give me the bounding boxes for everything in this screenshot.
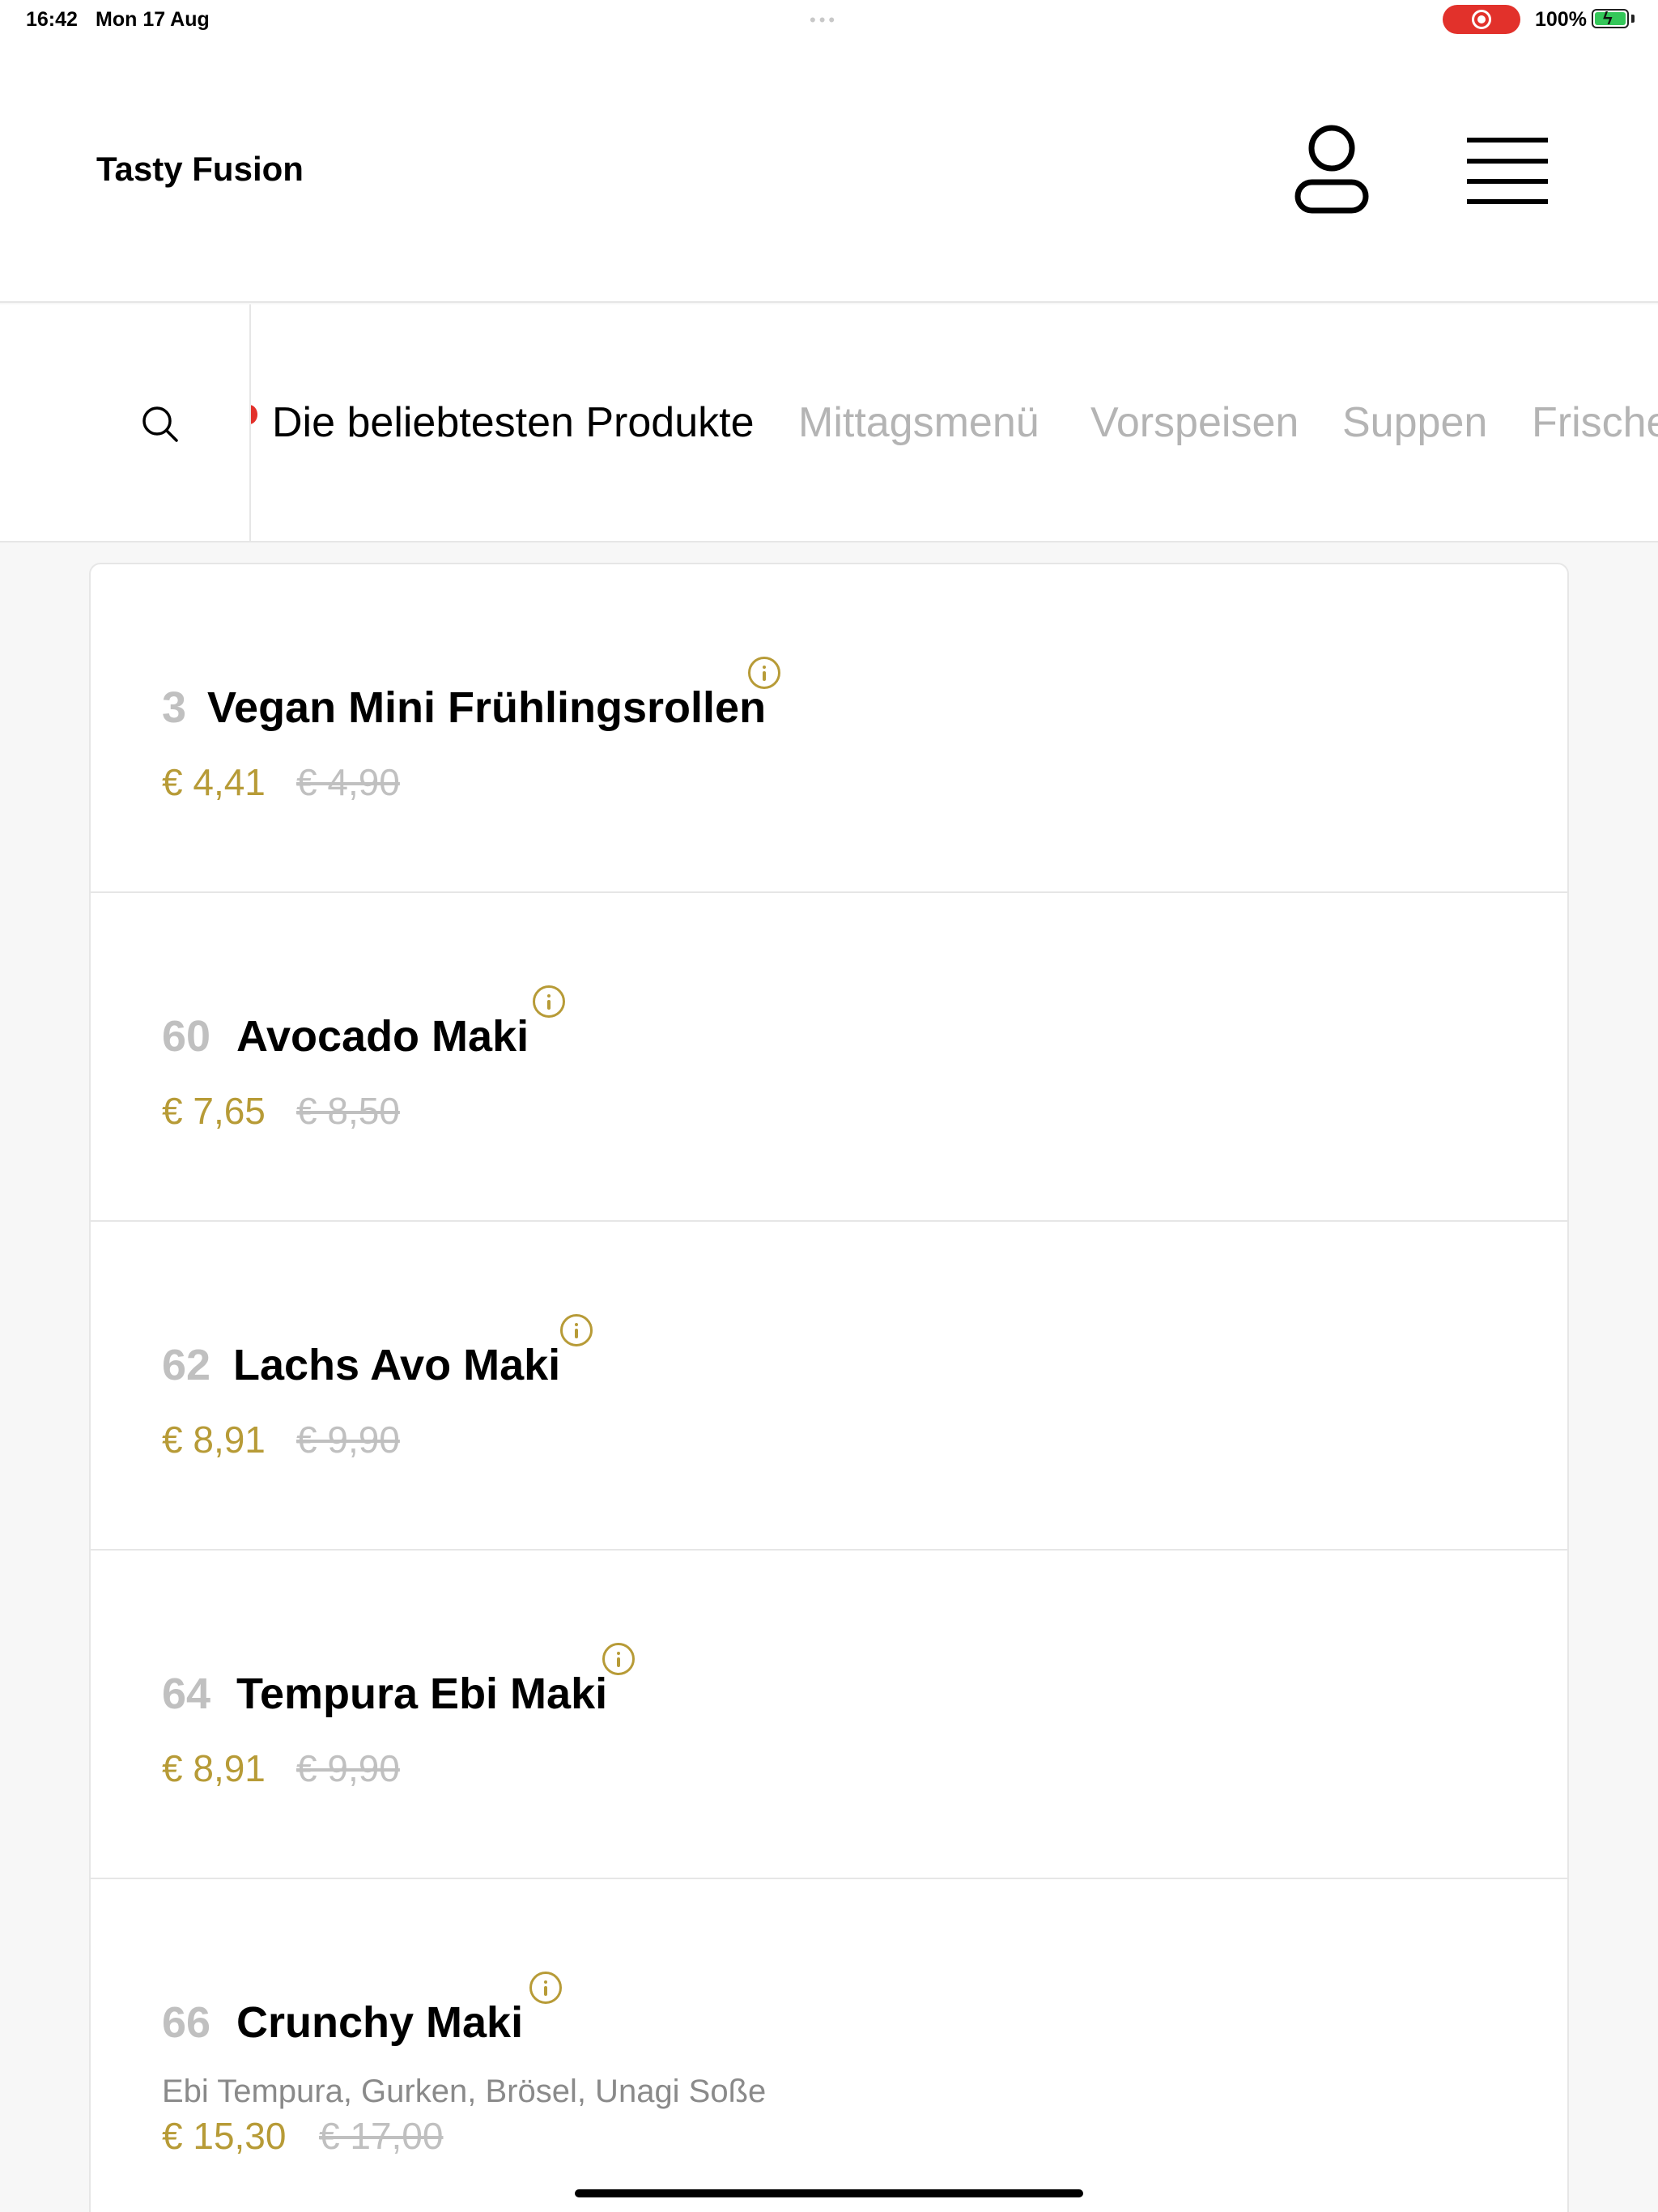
product-name: Crunchy Maki: [236, 1998, 524, 2047]
product-name: Vegan Mini Frühlingsrollen: [207, 683, 767, 732]
product-old-price: € 8,50: [296, 1090, 400, 1132]
info-icon[interactable]: [560, 1314, 593, 1346]
tab-soups[interactable]: Suppen: [1342, 398, 1487, 447]
product-price: € 4,41: [162, 761, 266, 803]
product-price: € 7,65: [162, 1090, 266, 1132]
product-number: 62: [162, 1341, 211, 1389]
hamburger-menu-icon[interactable]: [1467, 136, 1548, 206]
info-icon[interactable]: [602, 1643, 635, 1675]
product-number: 60: [162, 1012, 211, 1061]
status-bar: 16:42 Mon 17 Aug ••• 100% ϟ: [0, 0, 1658, 40]
product-item[interactable]: 3 Vegan Mini Frühlingsrollen € 4,41 € 4,…: [91, 564, 1567, 893]
search-button[interactable]: [0, 304, 251, 541]
info-icon[interactable]: [748, 657, 780, 689]
product-number: 66: [162, 1998, 211, 2047]
screen-recording-icon[interactable]: [1443, 5, 1520, 34]
product-price: € 15,30: [162, 2115, 287, 2157]
product-name: Lachs Avo Maki: [233, 1341, 561, 1389]
tab-lunch-menu[interactable]: Mittagsmenü: [798, 398, 1039, 447]
product-name: Tempura Ebi Maki: [236, 1670, 608, 1718]
product-description: Ebi Tempura, Gurken, Brösel, Unagi Soße: [162, 2074, 767, 2109]
product-item[interactable]: 66 Crunchy Maki Ebi Tempura, Gurken, Brö…: [91, 1879, 1567, 2208]
tab-starters[interactable]: Vorspeisen: [1090, 398, 1299, 447]
product-old-price: € 9,90: [296, 1419, 400, 1461]
status-date: Mon 17 Aug: [96, 8, 210, 31]
info-icon[interactable]: [533, 985, 565, 1018]
product-price: € 8,91: [162, 1419, 266, 1461]
product-old-price: € 17,00: [319, 2115, 444, 2157]
search-icon: [142, 406, 178, 442]
product-item[interactable]: 62 Lachs Avo Maki € 8,91 € 9,90: [91, 1222, 1567, 1551]
product-name: Avocado Maki: [236, 1012, 529, 1061]
battery-percentage: 100%: [1535, 8, 1587, 31]
status-time: 16:42: [26, 8, 78, 31]
page: 16:42 Mon 17 Aug ••• 100% ϟ Tasty Fusion: [0, 0, 1658, 2212]
product-list: 3 Vegan Mini Frühlingsrollen € 4,41 € 4,…: [89, 563, 1569, 2212]
product-price: € 8,91: [162, 1747, 266, 1789]
battery-cap: [1631, 15, 1635, 23]
product-old-price: € 9,90: [296, 1747, 400, 1789]
info-icon[interactable]: [529, 1972, 562, 2004]
product-old-price: € 4,90: [296, 761, 400, 803]
product-number: 3: [162, 683, 187, 732]
product-item[interactable]: 60 Avocado Maki € 7,65 € 8,50: [91, 893, 1567, 1222]
battery-icon: ϟ: [1592, 8, 1629, 28]
product-item[interactable]: 64 Tempura Ebi Maki € 8,91 € 9,90: [91, 1551, 1567, 1879]
home-indicator[interactable]: [575, 2189, 1083, 2197]
category-bar: Die beliebtesten Produkte Mittagsmenü Vo…: [0, 304, 1658, 542]
brand-title[interactable]: Tasty Fusion: [96, 150, 304, 189]
app-header: Tasty Fusion: [0, 40, 1658, 303]
user-icon[interactable]: [1294, 124, 1370, 215]
product-number: 64: [162, 1670, 211, 1718]
tab-fresh[interactable]: Frische: [1532, 398, 1658, 447]
multitasking-dots-icon[interactable]: •••: [810, 10, 838, 31]
tab-popular-products[interactable]: Die beliebtesten Produkte: [272, 398, 755, 447]
